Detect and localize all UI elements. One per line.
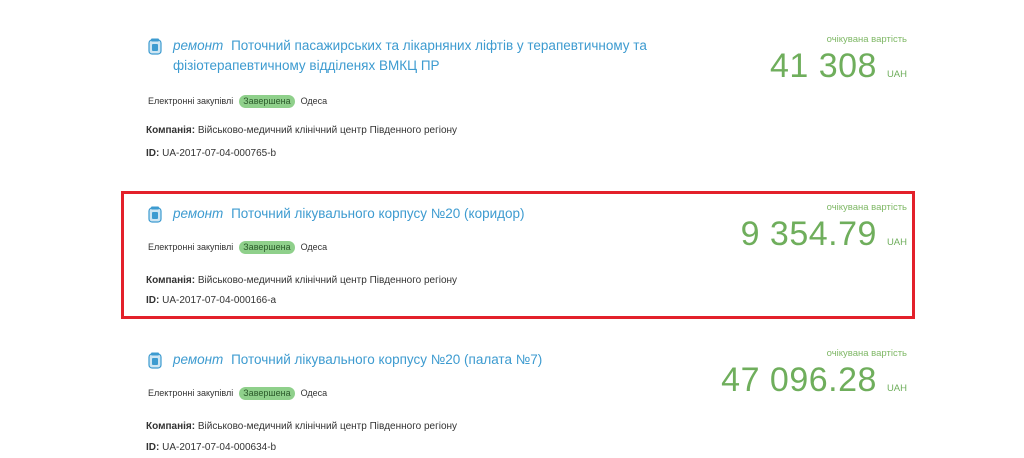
city-tag: Одеса: [300, 242, 328, 252]
company-line: Компанія: Військово-медичний клінічний ц…: [146, 124, 457, 138]
price-label: очікувана вартість: [826, 34, 907, 45]
company-name: Військово-медичний клінічний центр Півде…: [197, 421, 458, 432]
tender-card: ремонт Поточний пасажирських та лікарнян…: [137, 30, 913, 170]
jar-icon: [148, 206, 162, 223]
tender-title-row[interactable]: ремонт Поточний лікувального корпусу №20…: [147, 350, 667, 370]
tender-title-link[interactable]: Поточний лікувального корпусу №20 (палат…: [231, 352, 542, 367]
tender-category: ремонт: [173, 38, 224, 53]
tender-list: ремонт Поточний пасажирських та лікарнян…: [0, 0, 1024, 458]
tender-tags: Електронні закупівлі Завершена Одеса: [148, 94, 327, 108]
tender-category: ремонт: [173, 352, 224, 367]
procurement-type-tag: Електронні закупівлі: [148, 242, 234, 252]
company-label: Компанія:: [146, 125, 196, 136]
price-amount: 9 354.79: [740, 215, 877, 253]
procurement-type-tag: Електронні закупівлі: [148, 96, 234, 106]
status-badge: Завершена: [239, 386, 295, 400]
id-label: ID:: [146, 148, 160, 159]
id-line: ID: UA-2017-07-04-000634-b: [146, 441, 276, 455]
id-line: ID: UA-2017-07-04-000765-b: [146, 147, 276, 161]
city-tag: Одеса: [300, 96, 328, 106]
price-line: 41 308 UAH: [770, 46, 907, 86]
procurement-type-tag: Електронні закупівлі: [148, 388, 234, 398]
company-label: Компанія:: [146, 275, 196, 286]
company-line: Компанія: Військово-медичний клінічний ц…: [146, 420, 457, 434]
tender-id: UA-2017-07-04-000765-b: [162, 148, 277, 159]
price-amount: 47 096.28: [721, 361, 877, 399]
tender-tags: Електронні закупівлі Завершена Одеса: [148, 386, 327, 400]
tender-id: UA-2017-07-04-000634-b: [162, 442, 277, 453]
tender-card: ремонт Поточний лікувального корпусу №20…: [137, 344, 913, 458]
tender-title-row[interactable]: ремонт Поточний лікувального корпусу №20…: [147, 204, 667, 224]
price-block: очікувана вартість 9 354.79 UAH: [741, 202, 907, 254]
tender-category: ремонт: [173, 206, 224, 221]
price-line: 9 354.79 UAH: [741, 214, 907, 254]
city-tag: Одеса: [300, 388, 328, 398]
status-badge: Завершена: [239, 94, 295, 108]
id-label: ID:: [146, 295, 160, 306]
price-currency: UAH: [886, 383, 907, 394]
id-line: ID: UA-2017-07-04-000166-a: [146, 294, 276, 308]
tender-title-row[interactable]: ремонт Поточний пасажирських та лікарнян…: [147, 36, 667, 76]
price-line: 47 096.28 UAH: [721, 360, 907, 400]
tender-title-link[interactable]: Поточний пасажирських та лікарняних ліфт…: [173, 38, 647, 73]
price-label: очікувана вартість: [826, 348, 907, 359]
company-name: Військово-медичний клінічний центр Півде…: [197, 275, 458, 286]
id-label: ID:: [146, 442, 160, 453]
price-currency: UAH: [886, 237, 907, 248]
price-currency: UAH: [886, 69, 907, 80]
price-block: очікувана вартість 47 096.28 UAH: [721, 348, 907, 400]
tender-tags: Електронні закупівлі Завершена Одеса: [148, 240, 327, 254]
company-name: Військово-медичний клінічний центр Півде…: [197, 125, 458, 136]
price-label: очікувана вартість: [826, 202, 907, 213]
tender-title-link[interactable]: Поточний лікувального корпусу №20 (корид…: [231, 206, 524, 221]
jar-icon: [148, 352, 162, 369]
status-badge: Завершена: [239, 240, 295, 254]
company-label: Компанія:: [146, 421, 196, 432]
price-amount: 41 308: [769, 47, 877, 85]
company-line: Компанія: Військово-медичний клінічний ц…: [146, 274, 457, 288]
tender-id: UA-2017-07-04-000166-a: [162, 295, 277, 306]
jar-icon: [148, 38, 162, 55]
price-block: очікувана вартість 41 308 UAH: [770, 34, 907, 86]
tender-card-highlighted: ремонт Поточний лікувального корпусу №20…: [137, 198, 913, 318]
